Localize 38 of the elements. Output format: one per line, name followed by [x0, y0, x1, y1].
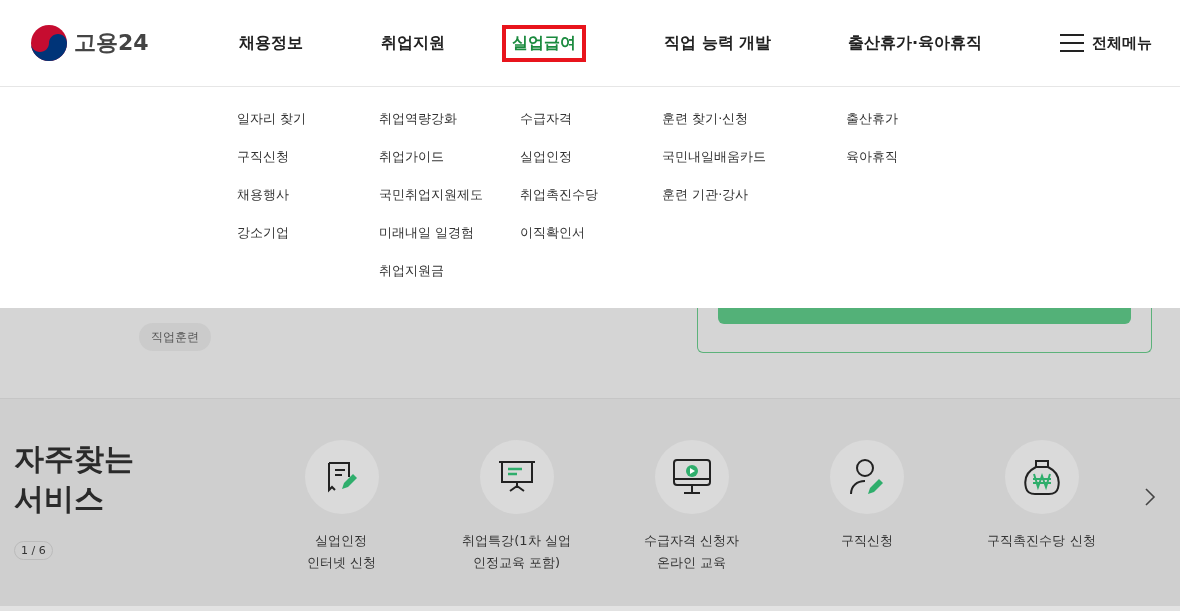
submenu-link[interactable]: 구직신청 [237, 147, 379, 166]
submenu-link[interactable]: 출산휴가 [846, 109, 1180, 128]
menu-icon [1060, 34, 1084, 52]
monitor-play-icon [671, 458, 712, 496]
person-pencil-icon [847, 458, 886, 496]
submenu-link[interactable]: 일자리 찾기 [237, 109, 379, 128]
nav-tab[interactable]: 실업급여 [502, 24, 586, 62]
service-label[interactable]: 취업특강(1차 실업 인정교육 포함) [462, 530, 571, 574]
submenu-link[interactable]: 수급자격 [520, 109, 662, 128]
submenu-link[interactable]: 국민취업지원제도 [379, 185, 520, 204]
service-label[interactable]: 수급자격 신청자 온라인 교육 [643, 530, 740, 574]
logo-text[interactable]: 고용24 [74, 28, 149, 58]
submenu-link[interactable]: 실업인정 [520, 147, 662, 166]
service-label[interactable]: 실업인정 인터넷 신청 [306, 530, 377, 574]
submenu-link[interactable]: 취업촉진수당 [520, 185, 662, 204]
submenu-link[interactable]: 강소기업 [237, 223, 379, 242]
nav-tab[interactable]: 출산휴가·육아휴직 [838, 24, 993, 62]
submenu-link[interactable]: 취업지원금 [379, 261, 520, 280]
money-bag-icon [1021, 458, 1062, 496]
submenu-link[interactable]: 취업역량강화 [379, 109, 520, 128]
all-menu-button[interactable]: 전체메뉴 [1060, 33, 1152, 53]
nav-tab[interactable]: 채용정보 [229, 24, 313, 62]
service-label[interactable]: 구직신청 [840, 530, 893, 552]
submenu-link[interactable]: 미래내일 일경험 [379, 223, 520, 242]
section-title: 자주찾는 서비스 [14, 440, 135, 518]
keyword-tag[interactable]: 직업훈련 [139, 323, 211, 351]
presentation-board-icon [496, 459, 537, 495]
submenu-link[interactable]: 채용행사 [237, 185, 379, 204]
service-label[interactable]: 구직촉진수당 신청 [987, 530, 1096, 552]
submenu-link[interactable]: 국민내일배움카드 [662, 147, 846, 166]
nav-tab[interactable]: 취업지원 [371, 24, 455, 62]
submenu-link[interactable]: 육아휴직 [846, 147, 1180, 166]
logo-icon [30, 24, 68, 62]
submenu-link[interactable]: 훈련 찾기·신청 [662, 109, 846, 128]
submenu-link[interactable]: 훈련 기관·강사 [662, 185, 846, 204]
submenu-link[interactable]: 이직확인서 [520, 223, 662, 242]
submenu-link[interactable]: 취업가이드 [379, 147, 520, 166]
nav-tab[interactable]: 직업 능력 개발 [654, 24, 782, 62]
